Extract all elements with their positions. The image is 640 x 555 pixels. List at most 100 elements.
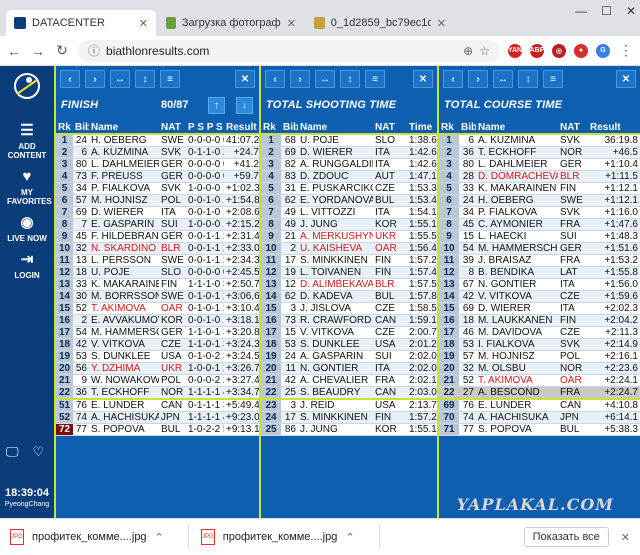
table-row[interactable]: 70 74 A. HACHISUKA JPN +6:14.1 xyxy=(439,411,640,424)
col-name[interactable]: Name xyxy=(89,122,159,135)
extension-red-icon[interactable]: ● xyxy=(574,43,588,58)
next-icon[interactable]: › xyxy=(468,70,488,88)
extension-adblock-icon[interactable]: ABP xyxy=(530,43,544,58)
table-row[interactable]: 1754M. HAMMERSCHMIDTGER1-1-0-1 3+3:20.8 xyxy=(56,326,261,339)
table-row[interactable]: 2236T. ECKHOFFNOR1-1-1-1 4+3:34.7 xyxy=(56,386,261,400)
table-row[interactable]: 17 15 V. VITKOVA CZE 2:00.7 xyxy=(261,326,437,339)
table-row[interactable]: 18 53 I. FIALKOVA SVK +2:14.9 xyxy=(439,338,640,351)
table-row[interactable]: 26A. KUZMINASVK0-1-1-0 2+24.7 xyxy=(56,146,261,159)
close-tab-icon[interactable]: ✕ xyxy=(287,17,296,30)
arrow-up-icon[interactable]: ↑ xyxy=(208,97,225,114)
prev-icon[interactable]: ‹ xyxy=(265,70,285,88)
expand-vertical-icon[interactable]: ↕ xyxy=(340,70,360,88)
col-result[interactable]: Result xyxy=(224,122,261,135)
close-tab-icon[interactable]: ✕ xyxy=(437,17,446,30)
table-row[interactable]: 25 86 J. JUNG KOR 1:55.1 xyxy=(261,423,437,436)
table-row[interactable]: 19 57 M. HOJNISZ POL +2:16.1 xyxy=(439,350,640,363)
expand-horizontal-icon[interactable]: ↔ xyxy=(110,70,130,88)
minimize-icon[interactable]: — xyxy=(575,4,587,18)
table-row[interactable]: 1552T. AKIMOVAOAR0-1-0-1 2+3:10.4 xyxy=(56,302,261,315)
table-row[interactable]: 945F. HILDEBRANDGER0-0-1-1 2+2:31.4 xyxy=(56,230,261,243)
prev-icon[interactable]: ‹ xyxy=(443,70,463,88)
close-tab-icon[interactable]: ✕ xyxy=(139,17,148,30)
table-row[interactable]: 7277S. POPOVABUL1-0-2-2 5+9:13.1 xyxy=(56,423,261,436)
list-icon[interactable]: ≡ xyxy=(543,70,563,88)
table-row[interactable]: 16 18 M. LAUKKANEN FIN +2:04.2 xyxy=(439,314,640,327)
table-row[interactable]: 382A. RUNGGALDIERITA1:42.6 xyxy=(261,158,437,171)
bookmark-star-icon[interactable]: ☆ xyxy=(479,44,490,58)
table-row[interactable]: 5 33 K. MAKARAINEN FIN +1:12.1 xyxy=(439,182,640,195)
next-icon[interactable]: › xyxy=(85,70,105,88)
table-row[interactable]: 21 52 T. AKIMOVA OAR +2:24.1 xyxy=(439,374,640,387)
table-row[interactable]: 22 25 S. BEAUDRY CAN 2:03.0 xyxy=(261,386,437,400)
maximize-icon[interactable]: ☐ xyxy=(601,4,612,18)
table-row[interactable]: 8 49 J. JUNG KOR 1:55.1 xyxy=(261,218,437,231)
table-row[interactable]: 6 24 H. OEBERG SWE +1:12.1 xyxy=(439,194,640,207)
close-icon[interactable]: ✕ xyxy=(616,70,636,88)
sidebar-live-now[interactable]: ◉ LIVE NOW xyxy=(0,214,54,243)
close-icon[interactable]: ✕ xyxy=(235,70,255,88)
col-nat[interactable]: NAT xyxy=(558,122,588,135)
table-row[interactable]: 657M. HOJNISZPOL0-0-1-0 1+1:54.8 xyxy=(56,194,261,207)
table-row[interactable]: 380L. DAHLMEIERGER0-0-0-0 0+41.2 xyxy=(56,158,261,171)
monitor-icon[interactable]: 🖵 xyxy=(6,444,19,460)
table-row[interactable]: 473F. PREUSSGER0-0-0-0 0+59.7 xyxy=(56,170,261,183)
table-row[interactable]: 219W. NOWAKOWSKAPOL0-0-0-2 2+3:27.4 xyxy=(56,374,261,387)
col-rk[interactable]: Rk xyxy=(439,122,459,135)
table-row[interactable]: 13 12 D. ALIMBEKAVA BLR 1:57.5 xyxy=(261,278,437,291)
table-row[interactable]: 22 27 A. BESCOND FRA +2:24.7 xyxy=(439,386,640,400)
table-row[interactable]: 15 69 D. WIERER ITA +2:02.3 xyxy=(439,302,640,315)
table-row[interactable]: 4 28 D. DOMRACHEVA BLR +1:11.5 xyxy=(439,170,640,183)
table-row[interactable]: 7 34 P. FIALKOVA SVK +1:16.0 xyxy=(439,206,640,219)
sidebar-login[interactable]: ⇥ LOGIN xyxy=(0,251,54,280)
table-row[interactable]: 9 15 L. HAECKI SUI +1:48.3 xyxy=(439,230,640,243)
download-item[interactable]: JPG профитек_комме....jpg ⌃ xyxy=(10,525,189,549)
menu-icon[interactable]: ⋮ xyxy=(618,42,634,59)
back-icon[interactable]: ← xyxy=(6,43,22,59)
chevron-up-icon[interactable]: ⌃ xyxy=(155,531,164,544)
table-row[interactable]: 531E. PUSKARCIKOVACZE1:53.3 xyxy=(261,182,437,195)
close-icon[interactable]: ✕ xyxy=(413,70,433,88)
table-row[interactable]: 5274A. HACHISUKAJPN1-1-1-1 4+9:23.0 xyxy=(56,411,261,424)
table-row[interactable]: 11 39 J. BRAISAZ FRA +1:53.2 xyxy=(439,254,640,267)
table-row[interactable]: 24 17 S. MINKKINEN FIN 1:57.2 xyxy=(261,411,437,424)
sidebar-add-content[interactable]: ☰ ADD CONTENT xyxy=(0,122,54,160)
table-row[interactable]: 921A. MERKUSHYNAUKR1:55.5 xyxy=(261,230,437,243)
col-bib[interactable]: Bib xyxy=(73,122,89,135)
table-row[interactable]: 87E. GASPARINSUI1-0-0-0 1+2:15.2 xyxy=(56,218,261,231)
col-nat[interactable]: NAT xyxy=(159,122,186,135)
download-item[interactable]: JPG профитек_комме....jpg ⌃ xyxy=(200,525,380,549)
col-bib[interactable]: Bib xyxy=(281,122,298,135)
close-downloads-icon[interactable]: ✕ xyxy=(621,531,630,544)
expand-vertical-icon[interactable]: ↕ xyxy=(135,70,155,88)
table-row[interactable]: 20 11 N. GONTIER ITA 2:02.0 xyxy=(261,362,437,375)
table-row[interactable]: 8 45 C. AYMONIER FRA +1:47.6 xyxy=(439,218,640,231)
col-shooting[interactable]: P S P S T xyxy=(186,122,224,135)
tab-image[interactable]: 0_1d2859_bc79ec1d_orig ✕ xyxy=(306,10,454,36)
table-row[interactable]: 1218U. POJESLO0-0-0-0 0+2:45.5 xyxy=(56,266,261,279)
heart-outline-icon[interactable]: ♡ xyxy=(33,444,45,460)
table-row[interactable]: 15 3 J. JISLOVA CZE 1:58.5 xyxy=(261,302,437,315)
col-rk[interactable]: Rk xyxy=(56,122,73,135)
table-row[interactable]: 11 17 S. MINKKINEN FIN 1:57.2 xyxy=(261,254,437,267)
col-time[interactable]: Time xyxy=(407,122,437,135)
table-row[interactable]: 2056Y. DZHIMAUKR1-0-0-1 2+3:26.7 xyxy=(56,362,261,375)
table-row[interactable]: 12 19 L. TOIVANEN FIN 1:57.4 xyxy=(261,266,437,279)
col-rk[interactable]: Rk xyxy=(261,122,281,135)
extension-translate-icon[interactable]: G xyxy=(596,43,610,58)
arrow-down-icon[interactable]: ↓ xyxy=(236,97,253,114)
list-icon[interactable]: ≡ xyxy=(365,70,385,88)
table-row[interactable]: 14 42 V. VITKOVA CZE +1:59.6 xyxy=(439,290,640,303)
reload-icon[interactable]: ↻ xyxy=(54,42,70,59)
tab-photo-upload[interactable]: Загрузка фотографий н ✕ xyxy=(158,10,304,36)
extension-yandex-icon[interactable]: YAN xyxy=(508,43,522,58)
table-row[interactable]: 10 2 U. KAISHEVA OAR 1:56.4 xyxy=(261,242,437,255)
table-row[interactable]: 19 24 A. GASPARIN SUI 2:02.0 xyxy=(261,350,437,363)
table-row[interactable]: 16 73 R. CRAWFORD CAN 1:59.1 xyxy=(261,314,437,327)
table-row[interactable]: 534P. FIALKOVASVK1-0-0-0 1+1:02.3 xyxy=(56,182,261,195)
table-row[interactable]: 1 6 A. KUZMINA SVK 36:19.8 xyxy=(439,134,640,147)
table-row[interactable]: 1054M. HAMMERSCHMIDTGER+1:51.6 xyxy=(439,242,640,255)
table-row[interactable]: 13 67 N. GONTIER ITA +1:56.0 xyxy=(439,278,640,291)
table-row[interactable]: 23 3 J. REID USA 2:13.7 xyxy=(261,398,437,412)
col-result[interactable]: Result xyxy=(588,122,640,135)
